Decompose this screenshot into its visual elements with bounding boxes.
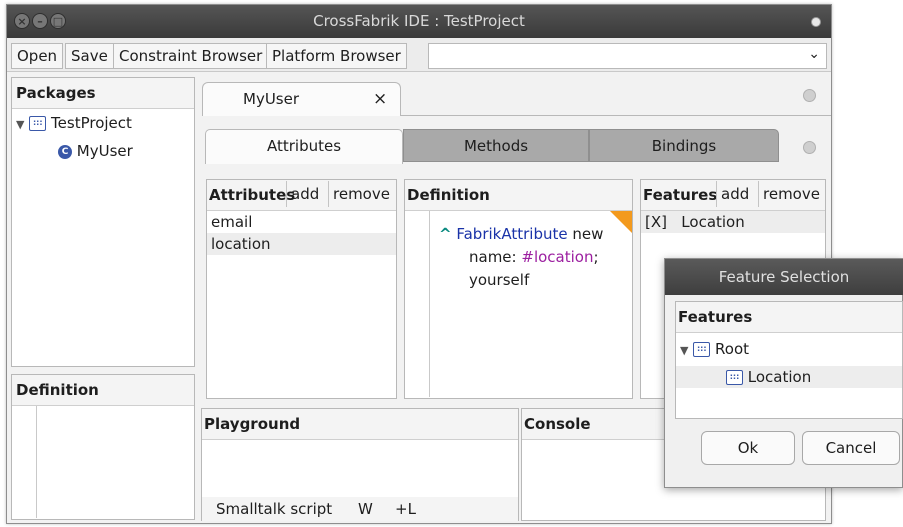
tree-item-location[interactable]: ::: Location [676, 366, 902, 388]
packages-header: Packages [12, 78, 194, 109]
add-feature-button[interactable]: add [716, 181, 753, 207]
definition-left-header: Definition [12, 375, 194, 406]
subtab-options-icon[interactable] [803, 141, 816, 154]
platform-browser-button[interactable]: Platform Browser [266, 43, 407, 69]
constraint-browser-button[interactable]: Constraint Browser [113, 43, 269, 69]
expand-triangle-icon[interactable]: ▼ [680, 344, 688, 357]
gutter-line [36, 406, 37, 518]
remove-attribute-button[interactable]: remove [328, 181, 394, 207]
ok-button[interactable]: Ok [701, 431, 795, 465]
dialog-features-header: Features [676, 302, 902, 333]
remove-feature-button[interactable]: remove [758, 181, 824, 207]
expand-triangle-icon[interactable]: ▼ [16, 118, 24, 131]
packages-panel: Packages ▼ ::: TestProject C MyUser [11, 77, 195, 367]
toolbar: Open Save Constraint Browser Platform Br… [7, 38, 831, 72]
attributes-header: Attributes [209, 186, 296, 204]
corner-marker-icon [610, 211, 632, 233]
save-button[interactable]: Save [65, 43, 114, 69]
toolbar-combo[interactable]: ⌄ [428, 43, 827, 69]
chevron-down-icon[interactable]: ⌄ [808, 46, 820, 62]
tree-item-root[interactable]: ▼ ::: Root [676, 338, 902, 360]
add-attribute-button[interactable]: add [286, 181, 323, 207]
playground-panel: Playground Smalltalk script W +L [201, 408, 519, 521]
dialog-features-panel: Features ▼ ::: Root ::: Location [675, 301, 903, 419]
list-item-feature-location[interactable]: [X] Location [641, 211, 825, 233]
tab-bindings[interactable]: Bindings [589, 129, 779, 162]
attributes-panel: Attributes add remove email location [206, 179, 397, 399]
dialog-title: Feature Selection [665, 259, 903, 295]
tree-item-myuser[interactable]: C MyUser [12, 140, 194, 162]
gutter-line [429, 211, 430, 397]
package-icon: ::: [29, 116, 47, 131]
cancel-button[interactable]: Cancel [802, 431, 900, 465]
tab-options-icon[interactable] [803, 89, 816, 102]
playground-header: Playground [202, 409, 518, 440]
list-item-location[interactable]: location [207, 233, 396, 255]
code-editor[interactable]: ^ FabrikAttribute new name: #location; y… [439, 223, 603, 292]
class-icon: C [58, 144, 72, 159]
open-button[interactable]: Open [11, 43, 64, 69]
feature-selection-dialog: Feature Selection Features ▼ ::: Root ::… [664, 258, 903, 488]
tab-myuser[interactable]: MyUser × [202, 82, 401, 116]
status-bar: Smalltalk script W +L [202, 497, 518, 521]
window-title: CrossFabrik IDE : TestProject [313, 12, 525, 30]
definition-left-panel: Definition [11, 374, 195, 520]
features-header: Features [643, 186, 718, 204]
tab-methods[interactable]: Methods [403, 129, 589, 162]
close-tab-icon[interactable]: × [373, 89, 387, 109]
package-icon: ::: [726, 370, 743, 385]
tree-item-testproject[interactable]: ▼ ::: TestProject [12, 112, 194, 134]
package-icon: ::: [693, 342, 711, 357]
tab-attributes[interactable]: Attributes [205, 129, 403, 164]
menu-dot-icon[interactable] [811, 17, 821, 27]
definition-panel: Definition ^ FabrikAttribute new name: #… [404, 179, 633, 399]
definition-header: Definition [405, 180, 632, 211]
list-item-email[interactable]: email [207, 211, 396, 233]
